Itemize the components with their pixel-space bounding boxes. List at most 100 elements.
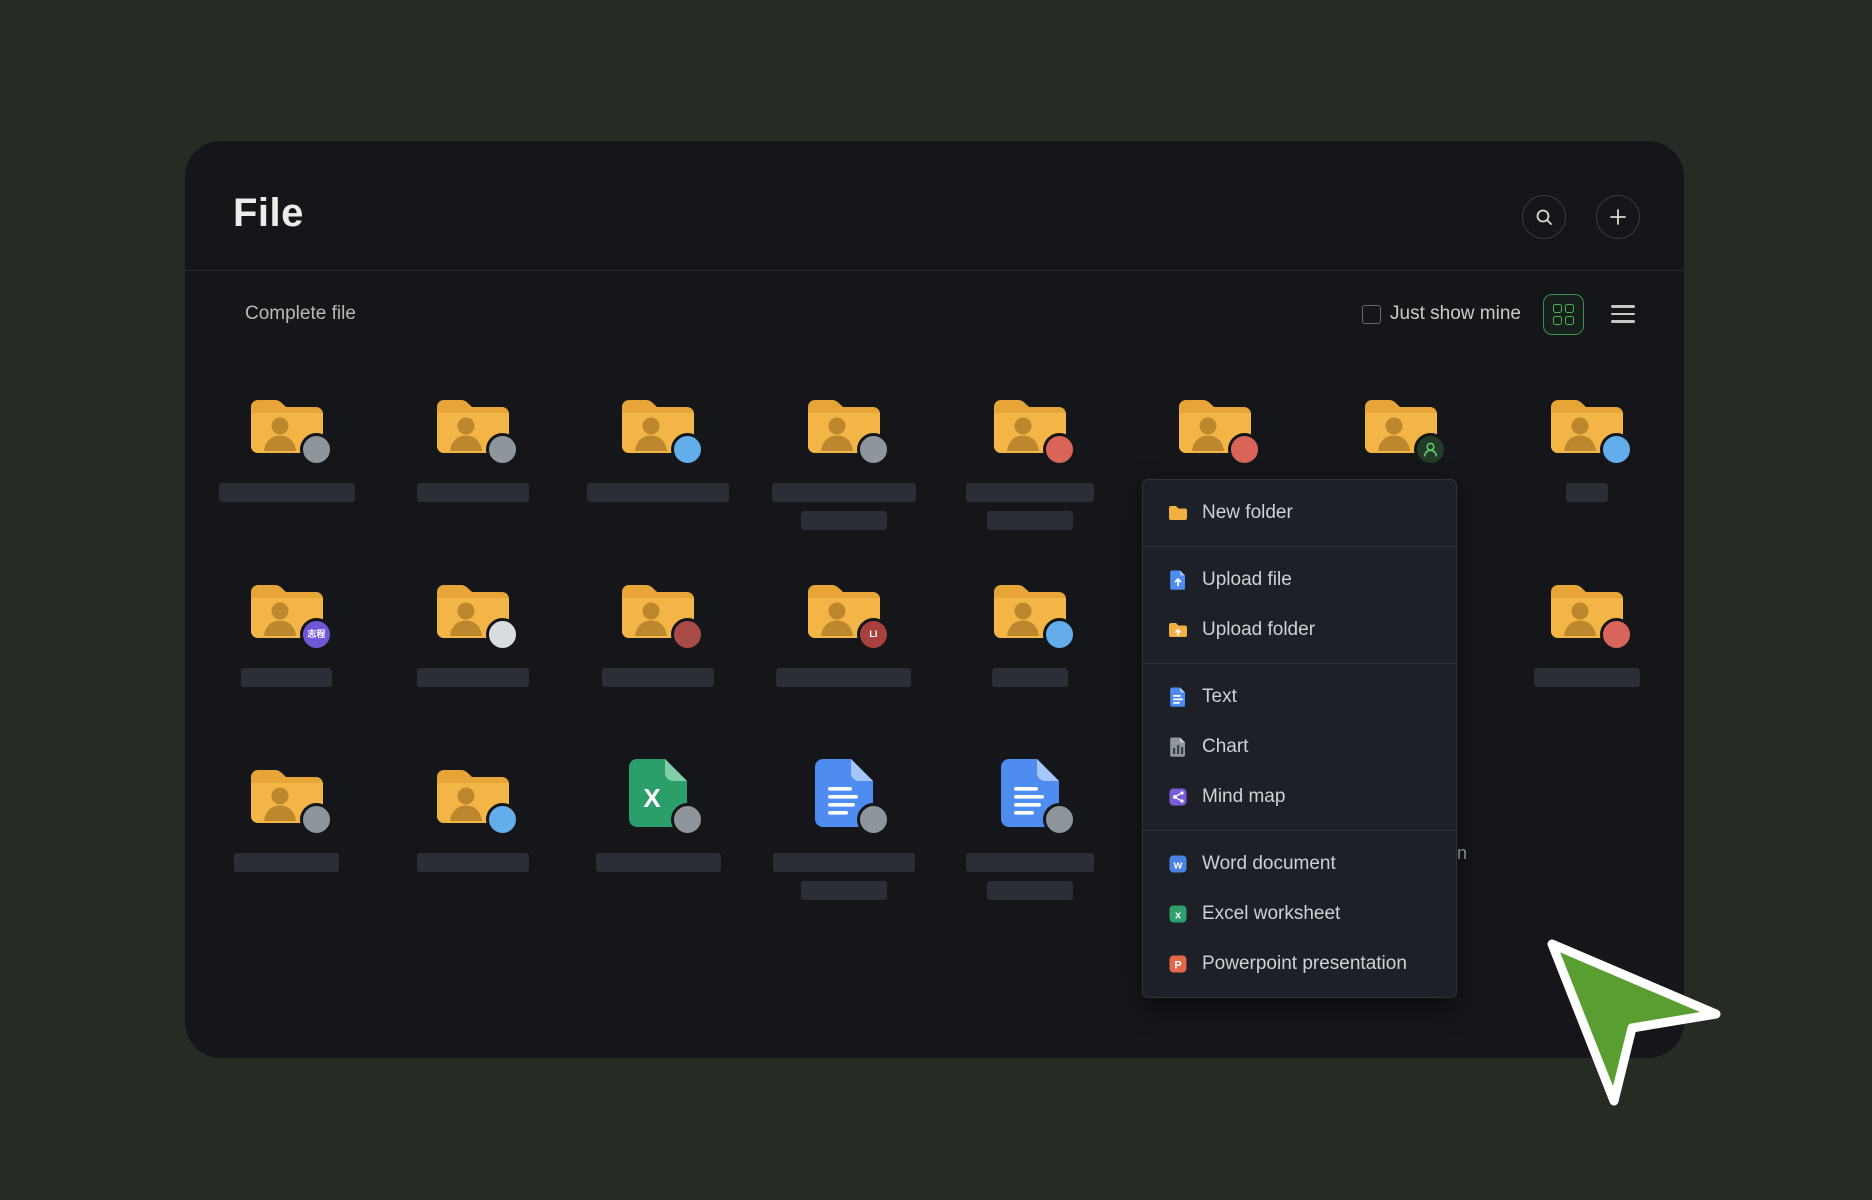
owner-avatar-badge: [857, 803, 890, 836]
avatar-initials: LI: [869, 630, 877, 639]
file-item[interactable]: [751, 385, 937, 570]
owner-avatar-badge: [1414, 433, 1447, 466]
menu-item-new-folder[interactable]: New folder: [1143, 488, 1456, 538]
file-icon-wrap: [380, 385, 566, 457]
menu-group: Upload file Upload folder: [1143, 547, 1456, 663]
file-name-placeholder: [987, 511, 1073, 530]
owner-avatar-badge: [300, 803, 333, 836]
file-icon-wrap: [1494, 385, 1680, 457]
file-item[interactable]: [380, 755, 566, 940]
file-name-placeholder-group: [773, 853, 915, 900]
file-icon-wrap: [1308, 385, 1494, 457]
file-item[interactable]: [565, 570, 751, 755]
list-view-button[interactable]: [1606, 297, 1640, 331]
file-name-placeholder-group: [417, 668, 529, 687]
file-name-placeholder: [587, 483, 729, 502]
menu-item-chart[interactable]: Chart: [1143, 722, 1456, 772]
owner-avatar-badge: [486, 433, 519, 466]
word-icon: w: [1167, 853, 1189, 875]
file-icon-wrap: [1122, 385, 1308, 457]
file-name-placeholder-group: [219, 483, 355, 502]
file-icon-wrap: [194, 755, 380, 827]
file-name-placeholder-group: [966, 483, 1094, 530]
menu-item-excel-worksheet[interactable]: xExcel worksheet: [1143, 889, 1456, 939]
file-name-placeholder-group: [772, 483, 916, 530]
search-button[interactable]: [1522, 195, 1566, 239]
owner-avatar-badge: [671, 433, 704, 466]
plus-icon: [1608, 207, 1628, 227]
owner-avatar-badge: [1600, 618, 1633, 651]
file-name-placeholder: [596, 853, 721, 872]
file-name-placeholder-group: [966, 853, 1094, 900]
menu-item-label: Word document: [1202, 853, 1336, 875]
file-item[interactable]: 志程: [194, 570, 380, 755]
menu-item-word-document[interactable]: w Word document: [1143, 839, 1456, 889]
menu-group: New folder: [1143, 480, 1456, 546]
menu-item-label: Upload file: [1202, 569, 1292, 591]
just-show-mine-filter[interactable]: Just show mine: [1362, 303, 1521, 325]
menu-item-powerpoint-presentation[interactable]: PPowerpoint presentation: [1143, 939, 1456, 989]
menu-item-label: Excel worksheet: [1202, 903, 1340, 925]
menu-item-label: Upload folder: [1202, 619, 1315, 641]
file-name-placeholder-group: [241, 668, 332, 687]
file-item[interactable]: [1494, 385, 1680, 570]
file-item[interactable]: [937, 570, 1123, 755]
file-item[interactable]: [194, 755, 380, 940]
svg-text:X: X: [644, 783, 662, 813]
chart-icon: [1167, 736, 1189, 758]
menu-item-upload-folder[interactable]: Upload folder: [1143, 605, 1456, 655]
new-folder-icon: [1167, 502, 1189, 524]
file-icon-wrap: X: [565, 755, 751, 827]
file-item[interactable]: X: [565, 755, 751, 940]
occluded-file-label: n: [1457, 843, 1467, 864]
header-divider: [185, 270, 1684, 271]
svg-text:w: w: [1173, 860, 1183, 872]
file-icon-wrap: [937, 385, 1123, 457]
menu-item-mind-map[interactable]: Mind map: [1143, 772, 1456, 822]
svg-text:P: P: [1174, 960, 1181, 972]
file-name-placeholder: [417, 483, 529, 502]
file-name-placeholder: [772, 483, 916, 502]
file-icon-wrap: LI: [751, 570, 937, 642]
file-icon-wrap: [194, 385, 380, 457]
add-button[interactable]: [1596, 195, 1640, 239]
file-item[interactable]: [937, 385, 1123, 570]
file-item[interactable]: [751, 755, 937, 940]
create-menu: New folder Upload file Upload folder Text…: [1142, 479, 1457, 998]
avatar-initials: 志程: [307, 630, 325, 639]
menu-item-label: New folder: [1202, 502, 1293, 524]
file-name-placeholder: [966, 483, 1094, 502]
file-name-placeholder-group: [602, 668, 714, 687]
menu-group: Text Chart Mind map: [1143, 664, 1456, 830]
file-name-placeholder: [219, 483, 355, 502]
file-name-placeholder-group: [992, 668, 1068, 687]
header-actions: [1522, 195, 1640, 239]
just-show-mine-checkbox[interactable]: [1362, 305, 1381, 324]
search-icon: [1534, 207, 1554, 227]
powerpoint-icon: P: [1167, 953, 1189, 975]
file-item[interactable]: [380, 570, 566, 755]
file-name-placeholder: [801, 881, 887, 900]
menu-item-label: Text: [1202, 686, 1237, 708]
file-item[interactable]: [1494, 570, 1680, 755]
file-name-placeholder: [241, 668, 332, 687]
file-item[interactable]: [565, 385, 751, 570]
file-icon-wrap: [565, 570, 751, 642]
file-icon-wrap: [1494, 570, 1680, 642]
list-view-icon: [1611, 305, 1635, 308]
menu-item-upload-file[interactable]: Upload file: [1143, 555, 1456, 605]
menu-group: w Word document xExcel worksheetPPowerpoin…: [1143, 831, 1456, 997]
owner-avatar-badge: [1043, 618, 1076, 651]
file-item[interactable]: LI: [751, 570, 937, 755]
upload-folder-icon: [1167, 619, 1189, 641]
file-item[interactable]: [194, 385, 380, 570]
file-item[interactable]: [380, 385, 566, 570]
grid-view-icon: [1553, 304, 1574, 325]
file-manager-window: File Complete file Just show mine: [185, 141, 1684, 1058]
file-item[interactable]: [937, 755, 1123, 940]
menu-item-text[interactable]: Text: [1143, 672, 1456, 722]
upload-file-icon: [1167, 569, 1189, 591]
grid-view-button[interactable]: [1543, 294, 1584, 335]
file-icon-wrap: [565, 385, 751, 457]
owner-avatar-badge: [1600, 433, 1633, 466]
